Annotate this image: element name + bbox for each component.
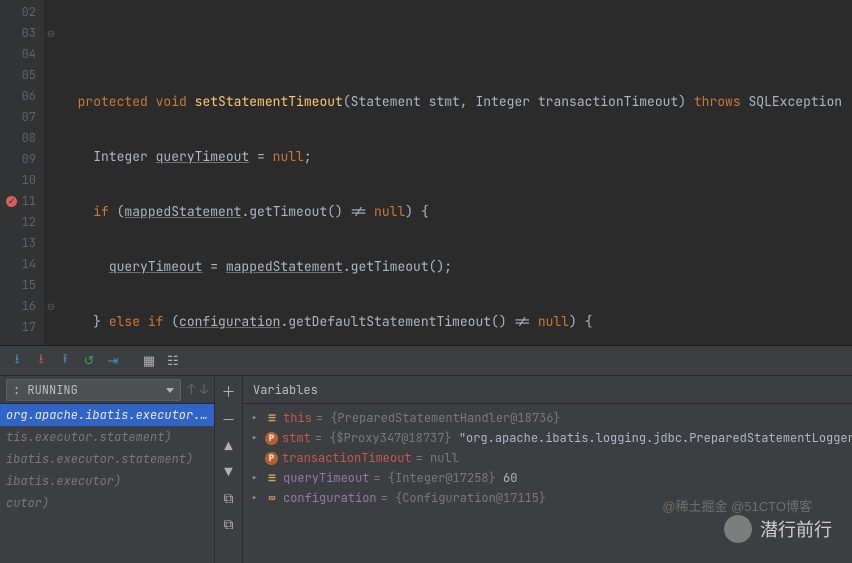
fold-icon[interactable]: ⊖ xyxy=(44,296,58,317)
line-number: 08 xyxy=(0,128,44,149)
line-number: 04 xyxy=(0,44,44,65)
debug-toolbar: ⭳ ⭳ ⭱ ↺ ⇥ ▦ ☷ xyxy=(0,346,852,376)
prev-frame-icon[interactable]: ↑ xyxy=(187,381,195,399)
line-number: 14 xyxy=(0,254,44,275)
frame-item[interactable]: org.apache.ibatis.executor.statement) xyxy=(0,404,214,426)
line-number: 16 xyxy=(0,296,44,317)
line-number: 13 xyxy=(0,233,44,254)
trace-icon[interactable]: ☷ xyxy=(162,350,184,372)
line-gutter: 02 03 04 05 06 07 08 09 10 11 12 13 14 1… xyxy=(0,0,44,345)
frames-header: : RUNNING ↑ ↓ xyxy=(0,376,214,404)
fold-icon[interactable]: ⊖ xyxy=(44,23,58,44)
new-watch-icon[interactable]: ＋ xyxy=(222,382,236,402)
line-number: 10 xyxy=(0,170,44,191)
frames-panel: : RUNNING ↑ ↓ org.apache.ibatis.executor… xyxy=(0,376,215,563)
remove-watch-icon[interactable]: － xyxy=(222,410,236,430)
object-icon: ☰ xyxy=(265,471,279,485)
down-icon[interactable]: ▼ xyxy=(224,464,232,482)
variables-title: Variables xyxy=(243,376,852,404)
param-icon: P xyxy=(265,452,278,465)
next-frame-icon[interactable]: ↓ xyxy=(200,381,208,399)
breakpoint-line[interactable]: 11 xyxy=(0,191,44,212)
thread-selector[interactable]: : RUNNING xyxy=(6,379,181,401)
link-icon: ∞ xyxy=(265,491,279,505)
variable-row[interactable]: ▸ P stmt = {$Proxy347@18737} "org.apache… xyxy=(243,428,852,448)
variables-toolbar: ＋ － ▲ ▼ ⧉ ⧉ xyxy=(215,376,243,563)
code-editor[interactable]: 02 03 04 05 06 07 08 09 10 11 12 13 14 1… xyxy=(0,0,852,345)
line-number: 02 xyxy=(0,2,44,23)
copy-icon[interactable]: ⧉ xyxy=(224,490,234,508)
watermark-sub: @稀土掘金 @51CTO博客 xyxy=(662,496,812,515)
step-out-icon[interactable]: ⭱ xyxy=(54,350,76,372)
watermark: 潜行前行 xyxy=(724,515,832,543)
frame-item[interactable]: tis.executor.statement) xyxy=(0,426,214,448)
line-number: 12 xyxy=(0,212,44,233)
duplicate-icon[interactable]: ⧉ xyxy=(224,516,234,534)
line-number: 07 xyxy=(0,107,44,128)
line-number: 05 xyxy=(0,65,44,86)
variable-row[interactable]: P transactionTimeout = null xyxy=(243,448,852,468)
step-over-icon[interactable]: ⭳ xyxy=(6,350,28,372)
param-icon: P xyxy=(265,432,278,445)
wechat-icon xyxy=(724,515,752,543)
drop-frame-icon[interactable]: ↺ xyxy=(78,350,100,372)
line-number: 17 xyxy=(0,317,44,338)
variable-row[interactable]: ▸ ☰ this = {PreparedStatementHandler@187… xyxy=(243,408,852,428)
frame-item[interactable]: ibatis.executor) xyxy=(0,470,214,492)
object-icon: ☰ xyxy=(265,411,279,425)
frame-item[interactable]: ibatis.executor.statement) xyxy=(0,448,214,470)
up-icon[interactable]: ▲ xyxy=(224,438,232,456)
variable-row[interactable]: ▸ ☰ queryTimeout = {Integer@17258} 60 xyxy=(243,468,852,488)
run-to-cursor-icon[interactable]: ⇥ xyxy=(102,350,124,372)
frame-list[interactable]: org.apache.ibatis.executor.statement) ti… xyxy=(0,404,214,563)
evaluate-icon[interactable]: ▦ xyxy=(138,350,160,372)
fold-column: ⊖ ⊖ xyxy=(44,0,58,345)
line-number: 03 xyxy=(0,23,44,44)
line-number: 09 xyxy=(0,149,44,170)
code-content[interactable]: protected void setStatementTimeout(State… xyxy=(58,0,852,345)
frame-item[interactable]: cutor) xyxy=(0,492,214,514)
line-number: 06 xyxy=(0,86,44,107)
line-number: 15 xyxy=(0,275,44,296)
step-into-icon[interactable]: ⭳ xyxy=(30,350,52,372)
